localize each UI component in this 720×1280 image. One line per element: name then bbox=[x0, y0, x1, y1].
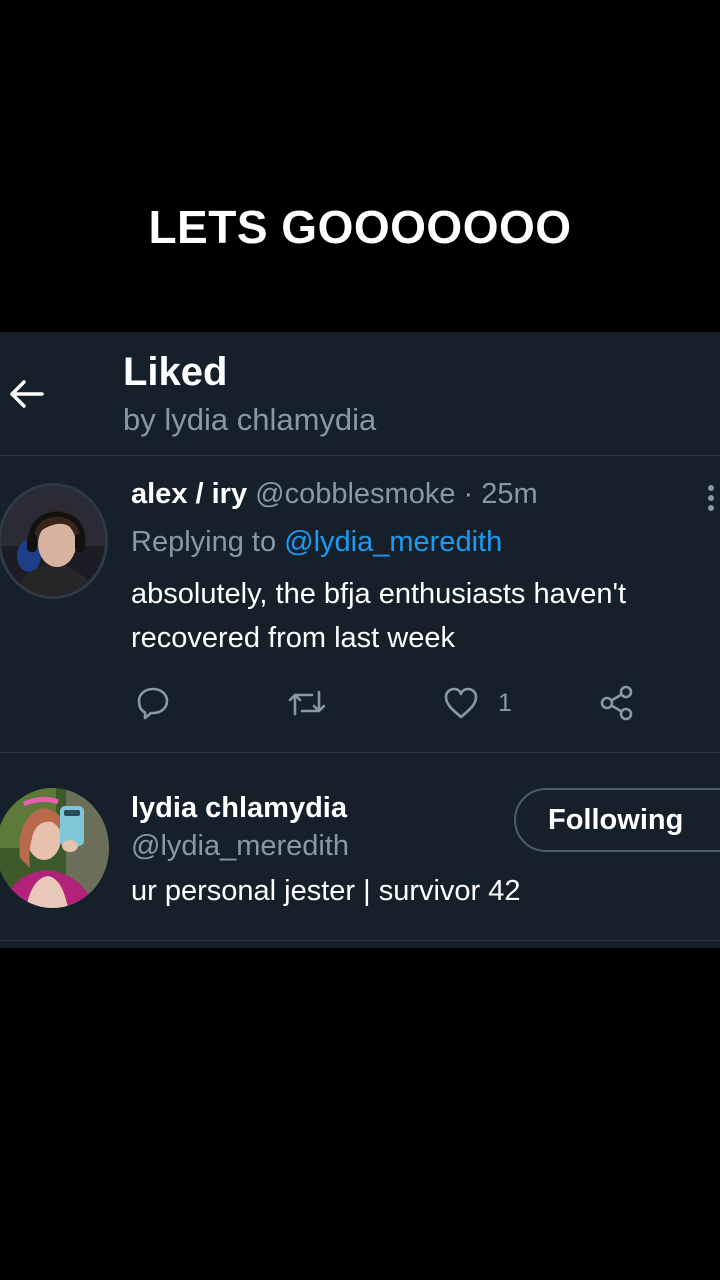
share-icon bbox=[600, 685, 633, 721]
header: Liked by lydia chlamydia bbox=[0, 332, 720, 456]
reply-icon bbox=[137, 687, 169, 720]
user-handle[interactable]: @lydia_meredith bbox=[131, 830, 349, 863]
tweet-time[interactable]: 25m bbox=[481, 478, 537, 510]
page-subtitle: by lydia chlamydia bbox=[123, 402, 377, 437]
tweet-actions: 1 bbox=[0, 678, 720, 728]
replying-to-line: Replying to @lydia_meredith bbox=[131, 526, 502, 559]
avatar[interactable] bbox=[0, 483, 108, 599]
replying-to-mention[interactable]: @lydia_meredith bbox=[284, 526, 502, 558]
like-count: 1 bbox=[498, 688, 512, 717]
tweet-header: alex / iry @cobblesmoke · 25m bbox=[131, 478, 538, 511]
following-button[interactable]: Following bbox=[514, 788, 720, 852]
tweet-author-handle[interactable]: @cobblesmoke bbox=[255, 478, 455, 510]
tweet[interactable]: alex / iry @cobblesmoke · 25m Replying t… bbox=[0, 456, 720, 753]
user-display-name[interactable]: lydia chlamydia bbox=[131, 792, 347, 825]
page-title: Liked bbox=[123, 350, 228, 394]
separator-dot: · bbox=[463, 478, 474, 510]
video-caption: LETS GOOOOOOO bbox=[148, 201, 572, 253]
reply-button[interactable] bbox=[134, 678, 172, 728]
user-bio: ur personal jester | survivor 42 bbox=[131, 875, 521, 907]
more-vertical-icon bbox=[708, 485, 714, 511]
share-button[interactable] bbox=[598, 678, 636, 728]
avatar-image bbox=[0, 788, 109, 908]
tweet-text: absolutely, the bfja enthusiasts haven't… bbox=[131, 578, 627, 654]
heart-icon bbox=[444, 687, 478, 719]
retweet-icon bbox=[288, 690, 326, 716]
replying-to-label: Replying to bbox=[131, 526, 277, 558]
tweet-author-name[interactable]: alex / iry bbox=[131, 478, 247, 510]
more-options-button[interactable] bbox=[703, 480, 717, 520]
retweet-button[interactable] bbox=[286, 678, 328, 728]
like-button[interactable]: 1 bbox=[442, 678, 512, 728]
avatar-image bbox=[1, 486, 105, 596]
arrow-left-icon bbox=[10, 380, 44, 408]
back-button[interactable] bbox=[6, 374, 46, 414]
liked-panel: Liked by lydia chlamydia alex / iry @cob… bbox=[0, 332, 720, 948]
user-cell[interactable]: lydia chlamydia @lydia_meredith ur perso… bbox=[0, 752, 720, 941]
avatar[interactable] bbox=[0, 788, 109, 908]
